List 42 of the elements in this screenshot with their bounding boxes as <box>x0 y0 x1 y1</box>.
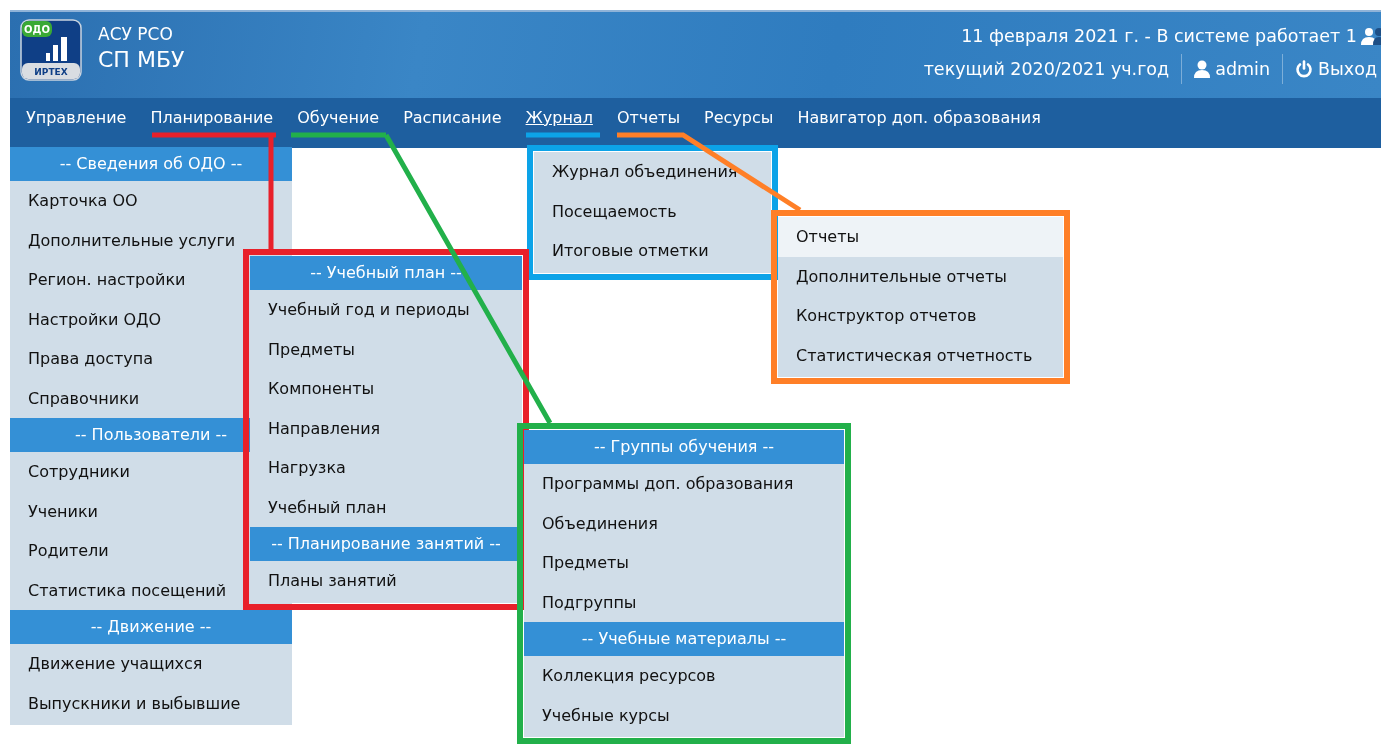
menu-item[interactable]: Навигатор доп. образования <box>785 109 1053 127</box>
menu-item[interactable]: Расписание <box>391 109 514 127</box>
menu-item[interactable]: Предметы <box>250 329 522 369</box>
menu-item[interactable]: Посещаемость <box>534 191 771 231</box>
system-name: АСУ РСО <box>98 23 174 45</box>
menu-item[interactable]: Учебный год и периоды <box>250 290 522 330</box>
user-icon <box>1194 60 1211 78</box>
menu-item[interactable]: Журнал объединения <box>534 152 771 192</box>
user-link[interactable]: admin <box>1194 59 1270 79</box>
power-icon <box>1295 60 1313 78</box>
menu-section-header: -- Сведения об ОДО -- <box>10 147 292 181</box>
menu-item[interactable]: Выпускники и выбывшие <box>10 683 292 723</box>
menu-item[interactable]: Обучение <box>285 109 392 127</box>
menu-section-header: -- Группы обучения -- <box>524 430 844 464</box>
menu-item[interactable]: Статистическая отчетность <box>778 335 1063 375</box>
menu-item[interactable]: Управление <box>14 109 139 127</box>
menu-item[interactable]: Дополнительные отчеты <box>778 256 1063 296</box>
menu-item[interactable]: Объединения <box>524 503 844 543</box>
school-year: текущий 2020/2021 уч.год <box>923 59 1170 79</box>
menu-item[interactable]: Подгруппы <box>524 582 844 622</box>
logout-link[interactable]: Выход <box>1295 59 1377 79</box>
menu-item[interactable]: Планирование <box>138 109 286 127</box>
menu-item[interactable]: Карточка ОО <box>10 181 292 221</box>
menu-section-header: -- Учебный план -- <box>250 256 522 290</box>
users-icon <box>1361 27 1381 45</box>
menu-section-header: -- Движение -- <box>10 610 292 644</box>
menu-section-header: -- Учебные материалы -- <box>524 622 844 656</box>
menu-item[interactable]: Журнал <box>513 109 605 127</box>
menu-item[interactable]: Движение учащихся <box>10 644 292 684</box>
menu-item[interactable]: Отчеты <box>604 109 693 127</box>
menu-item[interactable]: Коллекция ресурсов <box>524 656 844 696</box>
menu-item[interactable]: Конструктор отчетов <box>778 296 1063 336</box>
organization-name: СП МБУ <box>98 46 185 74</box>
menu-item[interactable]: Ресурсы <box>692 109 786 127</box>
menu-item[interactable]: Учебные курсы <box>524 695 844 735</box>
app-logo: ОДО ИРТЕХ <box>20 19 82 81</box>
status-text: 11 февраля 2021 г. - В системе работает 1 <box>961 26 1357 46</box>
menu-item[interactable]: Итоговые отметки <box>534 231 771 271</box>
menu-item[interactable]: Отчеты <box>778 217 1063 257</box>
menu-item[interactable]: Предметы <box>524 543 844 583</box>
menu-item[interactable]: Программы доп. образования <box>524 464 844 504</box>
menu-item[interactable]: Компоненты <box>250 369 522 409</box>
